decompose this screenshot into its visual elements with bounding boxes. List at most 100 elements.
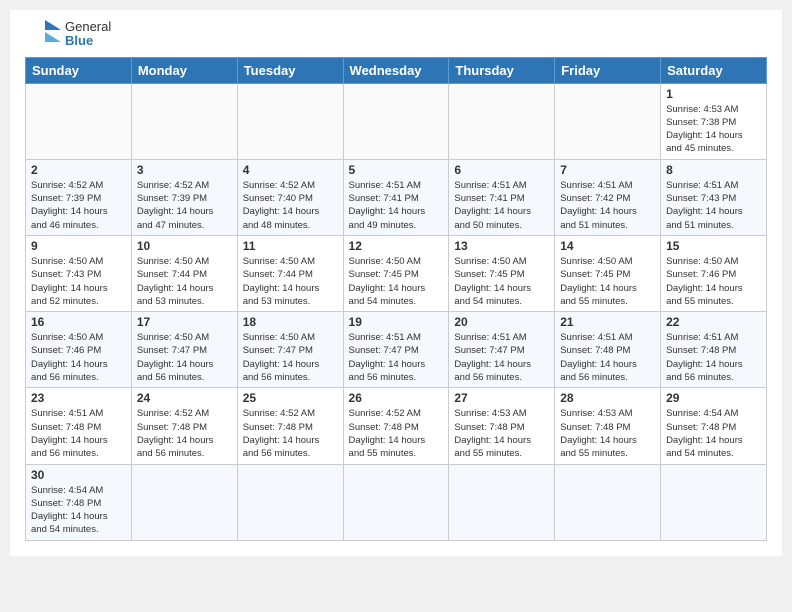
calendar-cell	[555, 464, 661, 540]
calendar-cell	[555, 83, 661, 159]
day-info: Sunrise: 4:52 AM Sunset: 7:40 PM Dayligh…	[243, 179, 338, 232]
day-number: 17	[137, 315, 232, 329]
day-info: Sunrise: 4:53 AM Sunset: 7:38 PM Dayligh…	[666, 103, 761, 156]
day-info: Sunrise: 4:52 AM Sunset: 7:39 PM Dayligh…	[137, 179, 232, 232]
calendar-week-1: 1 Sunrise: 4:53 AM Sunset: 7:38 PM Daylig…	[26, 83, 767, 159]
calendar-cell: 30Sunrise: 4:54 AM Sunset: 7:48 PM Dayli…	[26, 464, 132, 540]
calendar-cell: 9 Sunrise: 4:50 AM Sunset: 7:43 PM Daylig…	[26, 235, 132, 311]
calendar-cell: 11Sunrise: 4:50 AM Sunset: 7:44 PM Dayli…	[237, 235, 343, 311]
day-info: Sunrise: 4:51 AM Sunset: 7:41 PM Dayligh…	[454, 179, 549, 232]
day-number: 6	[454, 163, 549, 177]
calendar-cell: 19Sunrise: 4:51 AM Sunset: 7:47 PM Dayli…	[343, 312, 449, 388]
weekday-header-sunday: Sunday	[26, 57, 132, 83]
calendar-cell: 17 Sunrise: 4:50 AM Sunset: 7:47 PM Dayli…	[131, 312, 237, 388]
day-info: Sunrise: 4:51 AM Sunset: 7:48 PM Dayligh…	[666, 331, 761, 384]
day-number: 12	[349, 239, 444, 253]
calendar-week-2: 2Sunrise: 4:52 AM Sunset: 7:39 PM Daylig…	[26, 159, 767, 235]
calendar-cell: 24Sunrise: 4:52 AM Sunset: 7:48 PM Dayli…	[131, 388, 237, 464]
day-info: Sunrise: 4:54 AM Sunset: 7:48 PM Dayligh…	[666, 407, 761, 460]
calendar-cell	[237, 83, 343, 159]
day-info: Sunrise: 4:50 AM Sunset: 7:45 PM Dayligh…	[560, 255, 655, 308]
calendar-cell: 20 Sunrise: 4:51 AM Sunset: 7:47 PM Dayli…	[449, 312, 555, 388]
calendar-cell: 15Sunrise: 4:50 AM Sunset: 7:46 PM Dayli…	[661, 235, 767, 311]
calendar-cell: 7Sunrise: 4:51 AM Sunset: 7:42 PM Daylig…	[555, 159, 661, 235]
day-info: Sunrise: 4:51 AM Sunset: 7:47 PM Dayligh…	[454, 331, 549, 384]
day-number: 21	[560, 315, 655, 329]
calendar-week-3: 9 Sunrise: 4:50 AM Sunset: 7:43 PM Daylig…	[26, 235, 767, 311]
day-number: 10	[137, 239, 232, 253]
day-info: Sunrise: 4:50 AM Sunset: 7:47 PM Dayligh…	[137, 331, 232, 384]
calendar-cell	[449, 464, 555, 540]
day-number: 1	[666, 87, 761, 101]
calendar-table: SundayMondayTuesdayWednesdayThursdayFrid…	[25, 57, 767, 541]
weekday-header-monday: Monday	[131, 57, 237, 83]
calendar-cell: 10 Sunrise: 4:50 AM Sunset: 7:44 PM Dayli…	[131, 235, 237, 311]
calendar-cell	[343, 464, 449, 540]
calendar-cell: 5Sunrise: 4:51 AM Sunset: 7:41 PM Daylig…	[343, 159, 449, 235]
calendar-cell: 14 Sunrise: 4:50 AM Sunset: 7:45 PM Dayli…	[555, 235, 661, 311]
day-number: 15	[666, 239, 761, 253]
day-info: Sunrise: 4:50 AM Sunset: 7:43 PM Dayligh…	[31, 255, 126, 308]
calendar-cell	[131, 464, 237, 540]
calendar-cell: 4 Sunrise: 4:52 AM Sunset: 7:40 PM Daylig…	[237, 159, 343, 235]
day-number: 26	[349, 391, 444, 405]
logo-blue-text: Blue	[65, 34, 111, 48]
day-info: Sunrise: 4:51 AM Sunset: 7:48 PM Dayligh…	[560, 331, 655, 384]
day-info: Sunrise: 4:51 AM Sunset: 7:47 PM Dayligh…	[349, 331, 444, 384]
calendar-cell: 16 Sunrise: 4:50 AM Sunset: 7:46 PM Dayli…	[26, 312, 132, 388]
calendar-cell	[343, 83, 449, 159]
calendar-cell: 6 Sunrise: 4:51 AM Sunset: 7:41 PM Daylig…	[449, 159, 555, 235]
calendar-cell: 3 Sunrise: 4:52 AM Sunset: 7:39 PM Daylig…	[131, 159, 237, 235]
calendar-week-4: 16 Sunrise: 4:50 AM Sunset: 7:46 PM Dayli…	[26, 312, 767, 388]
calendar-cell: 29 Sunrise: 4:54 AM Sunset: 7:48 PM Dayli…	[661, 388, 767, 464]
weekday-header-wednesday: Wednesday	[343, 57, 449, 83]
weekday-header-saturday: Saturday	[661, 57, 767, 83]
weekday-header-friday: Friday	[555, 57, 661, 83]
calendar-cell: 18 Sunrise: 4:50 AM Sunset: 7:47 PM Dayli…	[237, 312, 343, 388]
weekday-header-tuesday: Tuesday	[237, 57, 343, 83]
calendar-cell: 27Sunrise: 4:53 AM Sunset: 7:48 PM Dayli…	[449, 388, 555, 464]
logo-general-text: General	[65, 20, 111, 34]
calendar-cell: 13Sunrise: 4:50 AM Sunset: 7:45 PM Dayli…	[449, 235, 555, 311]
calendar-cell: 12 Sunrise: 4:50 AM Sunset: 7:45 PM Dayli…	[343, 235, 449, 311]
day-number: 25	[243, 391, 338, 405]
day-info: Sunrise: 4:50 AM Sunset: 7:47 PM Dayligh…	[243, 331, 338, 384]
day-number: 24	[137, 391, 232, 405]
calendar-cell: 26Sunrise: 4:52 AM Sunset: 7:48 PM Dayli…	[343, 388, 449, 464]
day-number: 7	[560, 163, 655, 177]
calendar-week-5: 23Sunrise: 4:51 AM Sunset: 7:48 PM Dayli…	[26, 388, 767, 464]
header: GeneralBlue	[25, 20, 767, 49]
calendar-page: GeneralBlue SundayMondayTuesdayWednesday…	[10, 10, 782, 556]
calendar-cell: 1 Sunrise: 4:53 AM Sunset: 7:38 PM Daylig…	[661, 83, 767, 159]
day-info: Sunrise: 4:52 AM Sunset: 7:39 PM Dayligh…	[31, 179, 126, 232]
calendar-cell	[26, 83, 132, 159]
day-info: Sunrise: 4:50 AM Sunset: 7:45 PM Dayligh…	[349, 255, 444, 308]
calendar-cell	[131, 83, 237, 159]
calendar-cell: 8Sunrise: 4:51 AM Sunset: 7:43 PM Daylig…	[661, 159, 767, 235]
day-number: 28	[560, 391, 655, 405]
day-number: 4	[243, 163, 338, 177]
calendar-cell	[237, 464, 343, 540]
calendar-week-6: 30Sunrise: 4:54 AM Sunset: 7:48 PM Dayli…	[26, 464, 767, 540]
day-number: 18	[243, 315, 338, 329]
calendar-cell	[661, 464, 767, 540]
day-info: Sunrise: 4:50 AM Sunset: 7:46 PM Dayligh…	[31, 331, 126, 384]
calendar-cell: 28Sunrise: 4:53 AM Sunset: 7:48 PM Dayli…	[555, 388, 661, 464]
day-info: Sunrise: 4:50 AM Sunset: 7:45 PM Dayligh…	[454, 255, 549, 308]
calendar-cell: 22 Sunrise: 4:51 AM Sunset: 7:48 PM Dayli…	[661, 312, 767, 388]
day-number: 16	[31, 315, 126, 329]
day-info: Sunrise: 4:50 AM Sunset: 7:44 PM Dayligh…	[243, 255, 338, 308]
day-number: 9	[31, 239, 126, 253]
day-number: 20	[454, 315, 549, 329]
calendar-cell	[449, 83, 555, 159]
day-number: 3	[137, 163, 232, 177]
day-info: Sunrise: 4:50 AM Sunset: 7:44 PM Dayligh…	[137, 255, 232, 308]
day-number: 5	[349, 163, 444, 177]
day-number: 22	[666, 315, 761, 329]
calendar-cell: 21 Sunrise: 4:51 AM Sunset: 7:48 PM Dayli…	[555, 312, 661, 388]
day-number: 29	[666, 391, 761, 405]
day-info: Sunrise: 4:51 AM Sunset: 7:43 PM Dayligh…	[666, 179, 761, 232]
weekday-header-row: SundayMondayTuesdayWednesdayThursdayFrid…	[26, 57, 767, 83]
day-info: Sunrise: 4:52 AM Sunset: 7:48 PM Dayligh…	[243, 407, 338, 460]
day-number: 14	[560, 239, 655, 253]
